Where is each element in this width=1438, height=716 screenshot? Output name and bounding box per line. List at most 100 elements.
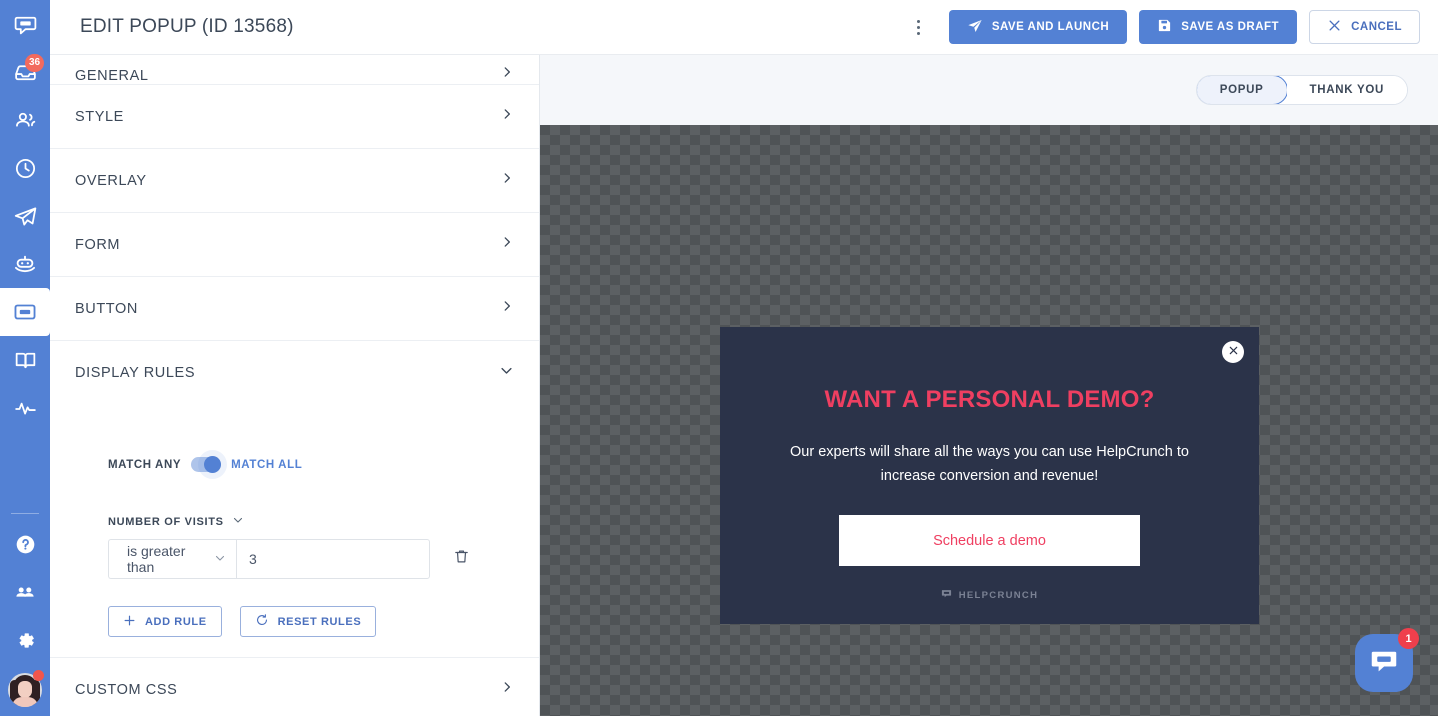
chevron-down-icon (499, 363, 514, 383)
popup-close-button[interactable] (1222, 341, 1244, 363)
chevron-right-icon (500, 171, 514, 190)
section-custom-css[interactable]: CUSTOM CSS (50, 658, 539, 716)
sidebar-item-popups[interactable] (0, 288, 50, 336)
sidebar-item-history[interactable] (0, 144, 50, 192)
sidebar-item-settings[interactable] (0, 616, 50, 664)
rule-value-input[interactable] (236, 539, 430, 579)
match-mode-toggle[interactable] (191, 456, 222, 473)
save-as-draft-button[interactable]: SAVE AS DRAFT (1139, 10, 1298, 44)
chat-bubble-icon (13, 12, 38, 37)
section-display-rules-label: DISPLAY RULES (75, 365, 196, 381)
sidebar-item-reports[interactable] (0, 384, 50, 432)
more-options-icon[interactable] (907, 13, 931, 41)
save-and-launch-button[interactable]: SAVE AND LAUNCH (948, 10, 1128, 44)
delete-rule-button[interactable] (450, 548, 472, 570)
cancel-label: CANCEL (1351, 21, 1402, 33)
popup-cta-button[interactable]: Schedule a demo (839, 515, 1140, 566)
sidebar-item-inbox[interactable]: 36 (0, 48, 50, 96)
toggle-knob (204, 456, 222, 473)
add-rule-label: ADD RULE (145, 615, 207, 628)
question-circle-icon (14, 533, 37, 556)
rule-attribute-label: NUMBER OF VISITS (108, 515, 224, 528)
plus-icon (123, 614, 136, 630)
paper-plane-icon (13, 204, 38, 229)
floppy-disk-icon (1157, 18, 1172, 36)
left-icon-rail: 36 (0, 0, 50, 716)
popup-subtitle: Our experts will share all the ways you … (790, 444, 1189, 484)
avatar[interactable] (0, 664, 50, 716)
rule-attribute-selector[interactable]: NUMBER OF VISITS (75, 472, 514, 539)
rule-action-buttons: ADD RULE RESET RULES (75, 579, 514, 637)
sidebar-item-campaigns[interactable] (0, 192, 50, 240)
popup-cta-label: Schedule a demo (933, 532, 1046, 549)
save-and-launch-label: SAVE AND LAUNCH (991, 21, 1110, 33)
avatar-status-dot (33, 670, 44, 681)
section-general[interactable]: GENERAL (50, 55, 539, 85)
pulse-icon (13, 396, 38, 421)
section-general-label: GENERAL (75, 68, 149, 84)
section-form[interactable]: FORM (50, 213, 539, 277)
match-all-label: MATCH ALL (231, 458, 303, 471)
top-header-bar: EDIT POPUP (ID 13568) SAVE AND LAUNCH SA… (50, 0, 1438, 55)
paper-plane-icon (967, 18, 983, 37)
rule-row: is greater than (75, 539, 514, 579)
reset-rules-button[interactable]: RESET RULES (239, 606, 377, 637)
helpcrunch-logo-icon (941, 588, 952, 602)
trash-icon (453, 548, 470, 570)
sidebar-item-chatbot[interactable] (0, 240, 50, 288)
settings-panel: GENERAL STYLE OVERLAY FORM BUTTON DISPLA… (50, 55, 540, 716)
add-rule-button[interactable]: ADD RULE (108, 606, 222, 637)
section-button[interactable]: BUTTON (50, 277, 539, 341)
rule-operator-select[interactable]: is greater than (108, 539, 236, 579)
chevron-right-icon (500, 65, 514, 84)
sidebar-item-knowledge-base[interactable] (0, 336, 50, 384)
chevron-right-icon (500, 107, 514, 126)
chevron-right-icon (500, 680, 514, 699)
popup-brand-label: HELPCRUNCH (958, 589, 1039, 601)
header-actions: SAVE AND LAUNCH SAVE AS DRAFT CANCEL (907, 10, 1438, 44)
popup-mock: WANT A PERSONAL DEMO? Our experts will s… (720, 327, 1259, 624)
section-overlay[interactable]: OVERLAY (50, 149, 539, 213)
chevron-down-icon (232, 514, 244, 529)
popup-window-icon (12, 299, 38, 325)
rail-divider (11, 513, 39, 514)
robot-icon (12, 251, 38, 277)
people-icon (13, 108, 38, 133)
chat-bubble-icon (1369, 646, 1399, 681)
popup-title: WANT A PERSONAL DEMO? (824, 386, 1155, 413)
clock-icon (13, 156, 38, 181)
tab-thank-you[interactable]: THANK YOU (1286, 76, 1407, 104)
sidebar-item-chat[interactable] (0, 0, 50, 48)
save-as-draft-label: SAVE AS DRAFT (1181, 21, 1280, 33)
section-form-label: FORM (75, 236, 121, 253)
section-style-label: STYLE (75, 108, 124, 125)
sidebar-item-help[interactable] (0, 520, 50, 568)
inbox-unread-badge: 36 (25, 54, 45, 72)
preview-canvas: WANT A PERSONAL DEMO? Our experts will s… (540, 125, 1438, 716)
refresh-icon (255, 613, 269, 630)
rule-operator-value: is greater than (127, 543, 186, 575)
chevron-right-icon (500, 235, 514, 254)
sidebar-item-team[interactable] (0, 568, 50, 616)
tab-popup-label: POPUP (1219, 84, 1264, 96)
chat-launcher-button[interactable]: 1 (1355, 628, 1419, 692)
app-root: 36 EDIT POPUP (ID 13568) SAVE AND LAUNCH… (0, 0, 1438, 716)
chevron-right-icon (500, 299, 514, 318)
preview-toolbar: POPUP THANK YOU (540, 55, 1438, 125)
close-icon (1228, 343, 1239, 361)
tab-popup[interactable]: POPUP (1196, 76, 1288, 104)
sidebar-item-contacts[interactable] (0, 96, 50, 144)
match-mode-row: MATCH ANY MATCH ALL (75, 405, 514, 473)
section-display-rules[interactable]: DISPLAY RULES (50, 341, 539, 405)
section-style[interactable]: STYLE (50, 85, 539, 149)
open-book-icon (13, 348, 38, 373)
chevron-down-icon (214, 551, 226, 567)
preview-area: POPUP THANK YOU WANT A PERSONAL DEMO? Ou… (540, 55, 1438, 716)
popup-brand: HELPCRUNCH (941, 588, 1039, 602)
cancel-button[interactable]: CANCEL (1309, 10, 1420, 44)
close-icon (1327, 18, 1342, 36)
reset-rules-label: RESET RULES (277, 615, 362, 628)
section-button-label: BUTTON (75, 300, 138, 317)
team-icon (13, 580, 37, 604)
display-rules-body: MATCH ANY MATCH ALL NUMBER OF VISITS is … (50, 405, 539, 658)
